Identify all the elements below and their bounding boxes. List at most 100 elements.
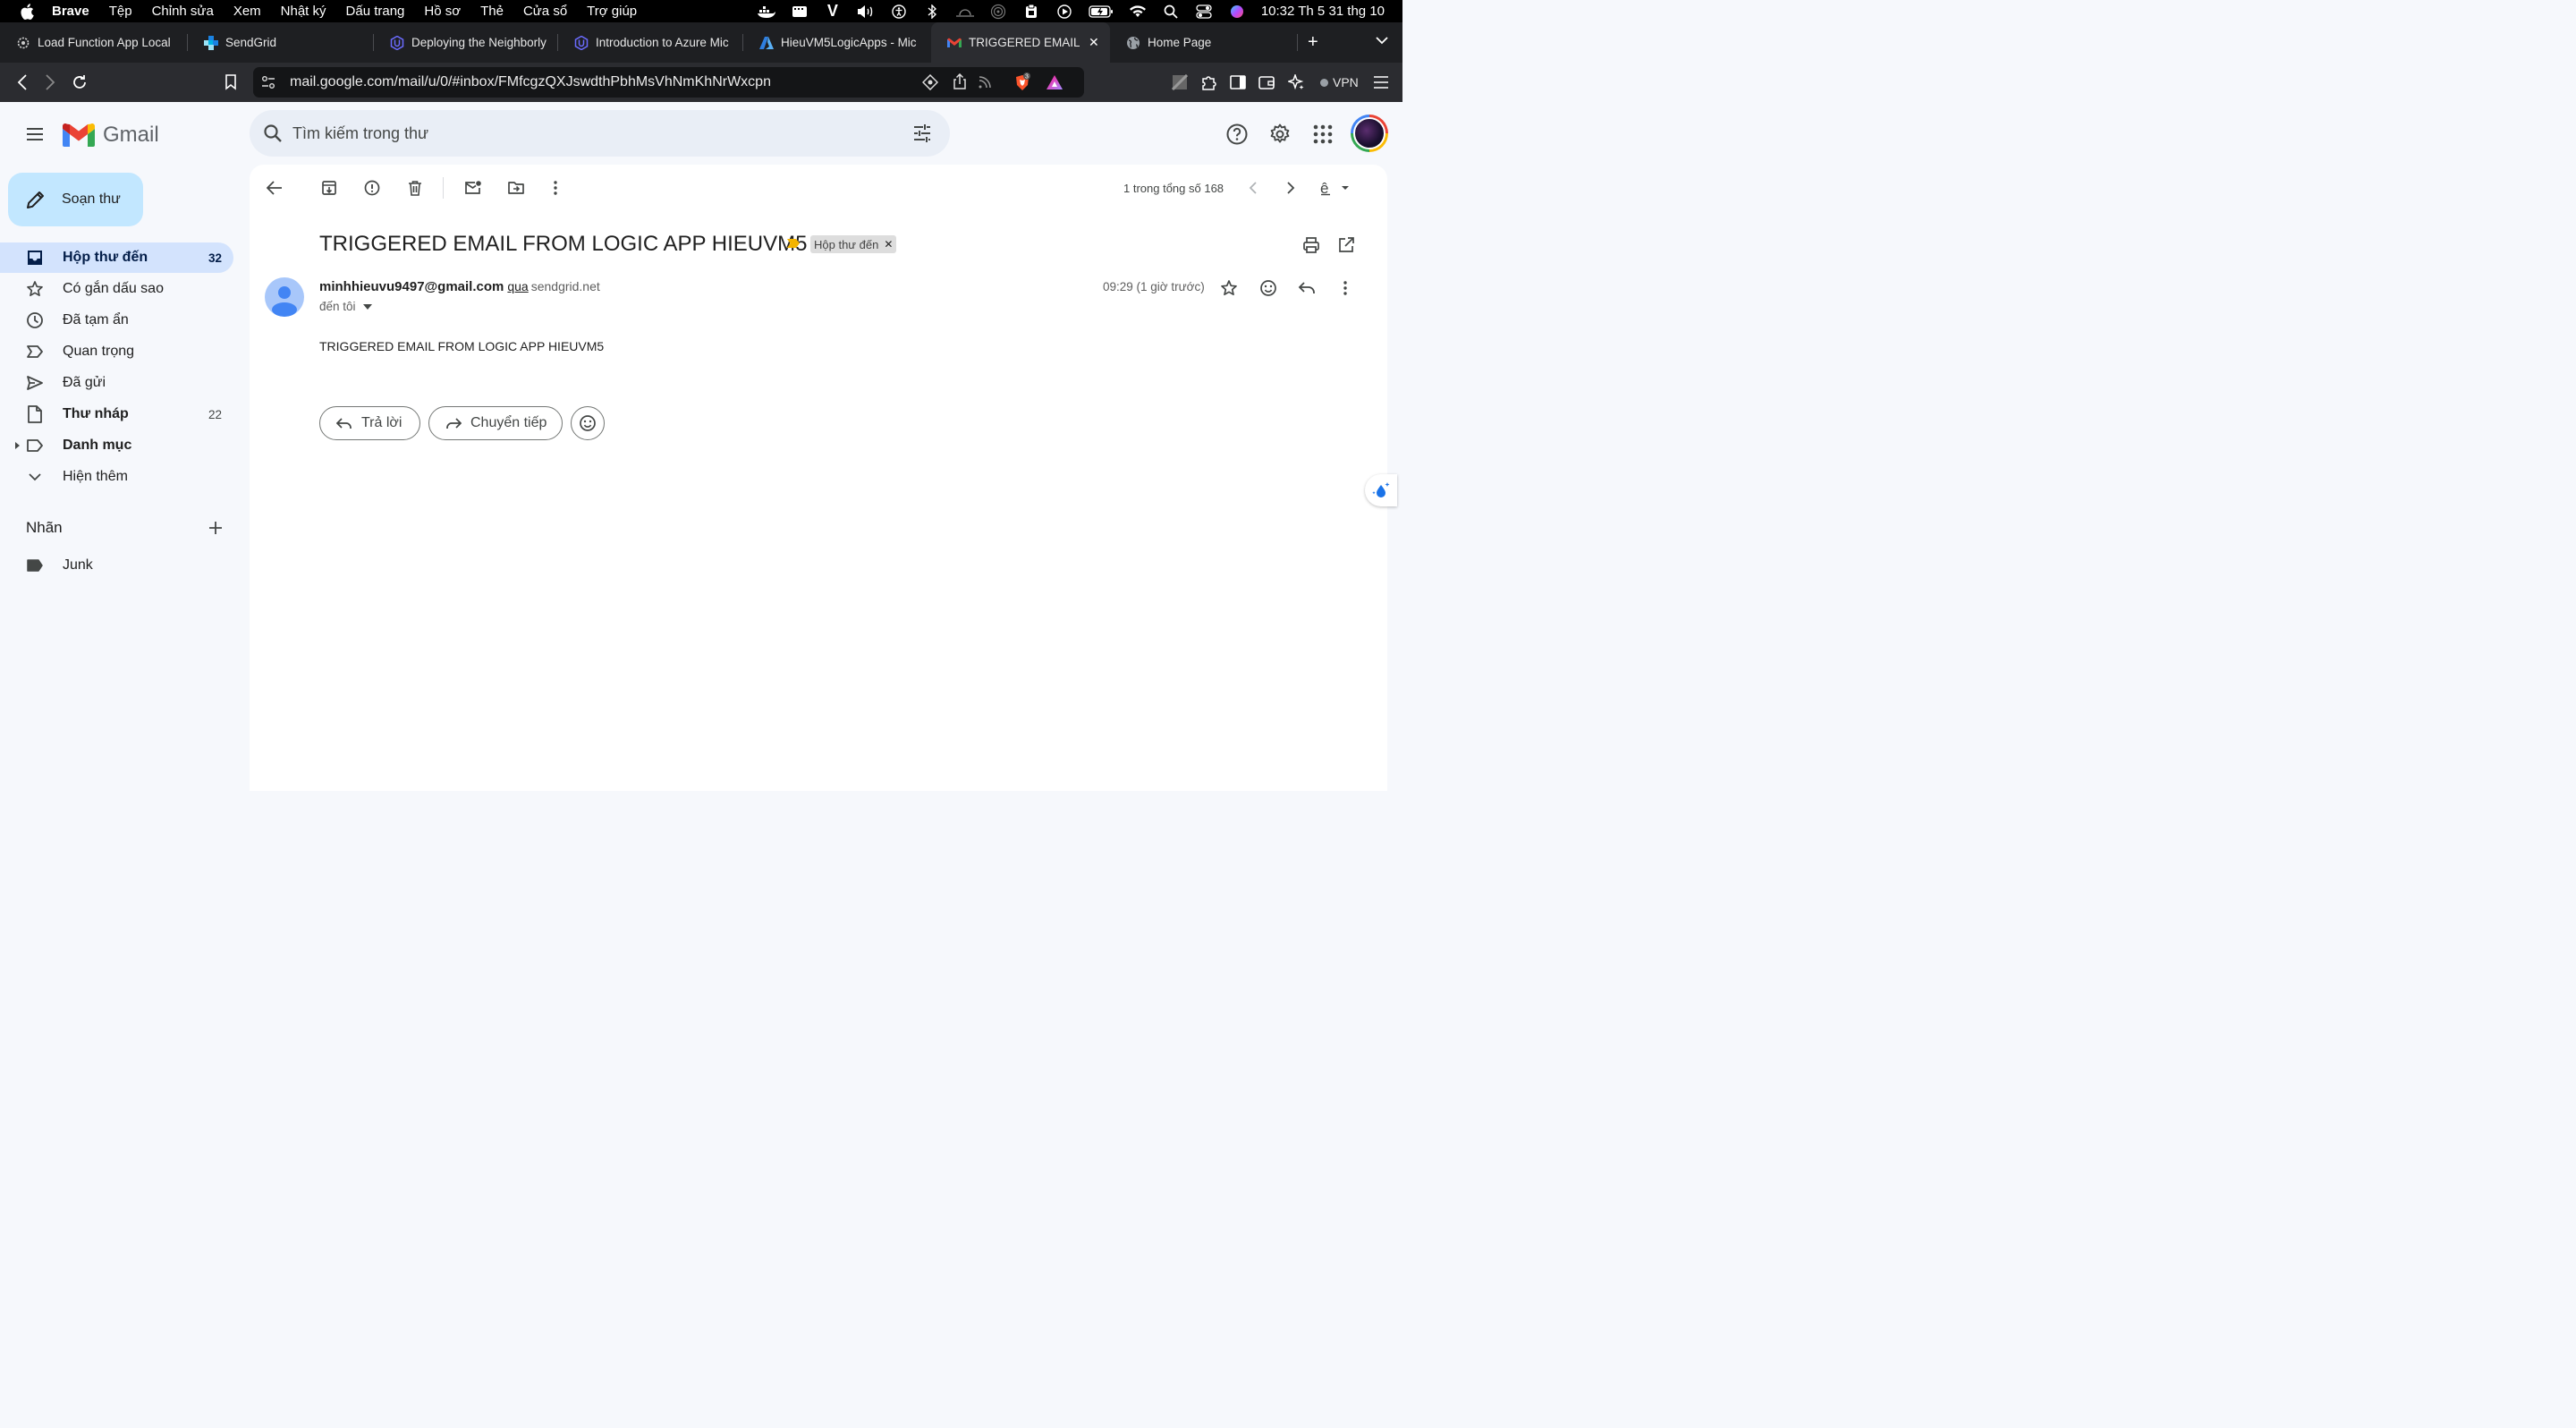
control-center-icon[interactable] bbox=[1195, 4, 1213, 20]
brave-shields-icon[interactable]: 3 bbox=[1013, 72, 1031, 92]
tab-intro-azure[interactable]: Introduction to Azure Mic bbox=[558, 22, 743, 63]
print-icon[interactable] bbox=[1302, 236, 1320, 254]
open-in-new-window-icon[interactable] bbox=[1337, 236, 1355, 254]
menu-bar-clock[interactable]: 10:32 Th 5 31 thg 10 bbox=[1261, 4, 1385, 19]
message-more-vertical-icon[interactable] bbox=[1335, 278, 1355, 298]
tab-load-function-app[interactable]: Load Function App Local bbox=[0, 22, 188, 63]
search-options-tune-icon[interactable] bbox=[911, 123, 933, 144]
sidebar-item-categories[interactable]: Danh mục bbox=[0, 430, 233, 461]
add-reaction-emoji-icon[interactable] bbox=[1258, 278, 1278, 298]
remove-label-x-icon[interactable]: ✕ bbox=[884, 238, 893, 251]
search-icon[interactable] bbox=[262, 123, 284, 144]
bluetooth-icon[interactable] bbox=[923, 4, 941, 20]
clipboard-icon[interactable] bbox=[1022, 4, 1040, 20]
menu-profiles[interactable]: Hồ sơ bbox=[424, 4, 461, 19]
new-tab-plus-icon[interactable]: + bbox=[1308, 33, 1318, 51]
brave-rewards-icon[interactable] bbox=[1046, 74, 1063, 90]
side-panel-gemini-button[interactable] bbox=[1365, 474, 1397, 506]
forward-button[interactable]: Chuyển tiếp bbox=[428, 406, 563, 440]
tab-deploying-neighborly[interactable]: Deploying the Neighborly bbox=[374, 22, 558, 63]
menu-brave[interactable]: Brave bbox=[52, 4, 89, 19]
reload-icon[interactable] bbox=[70, 72, 89, 92]
tab-home-page[interactable]: Home Page bbox=[1110, 22, 1298, 63]
siri-icon[interactable] bbox=[1228, 4, 1246, 20]
extensions-puzzle-icon[interactable] bbox=[1199, 72, 1218, 92]
tab-list-chevron-icon[interactable] bbox=[1376, 36, 1388, 45]
sidebar-item-starred[interactable]: Có gắn dấu sao bbox=[0, 274, 233, 304]
sidebar-item-inbox[interactable]: Hộp thư đến 32 bbox=[0, 242, 233, 273]
site-settings-icon[interactable] bbox=[261, 75, 275, 89]
menu-window[interactable]: Cửa sổ bbox=[523, 4, 567, 19]
menu-help[interactable]: Trợ giúp bbox=[587, 4, 637, 19]
forward-arrow-icon[interactable] bbox=[40, 72, 60, 92]
search-input[interactable] bbox=[292, 117, 874, 149]
emoji-reaction-button[interactable] bbox=[571, 406, 605, 440]
tab-sendgrid[interactable]: SendGrid bbox=[188, 22, 374, 63]
play-circle-icon[interactable] bbox=[1055, 4, 1073, 20]
back-arrow-icon[interactable] bbox=[13, 72, 32, 92]
report-spam-icon[interactable] bbox=[363, 179, 381, 197]
sender-avatar[interactable] bbox=[265, 277, 304, 317]
account-avatar[interactable] bbox=[1351, 115, 1388, 152]
main-menu-hamburger-icon[interactable] bbox=[24, 123, 46, 145]
search-bar[interactable] bbox=[250, 110, 950, 157]
important-marker-icon[interactable] bbox=[786, 238, 801, 249]
apple-icon[interactable] bbox=[18, 3, 36, 20]
address-bar[interactable]: mail.google.com/mail/u/0/#inbox/FMfcgzQX… bbox=[253, 67, 1084, 98]
menu-file[interactable]: Tệp bbox=[109, 4, 132, 19]
wallet-icon[interactable] bbox=[1257, 72, 1276, 92]
archive-icon[interactable] bbox=[320, 179, 338, 197]
browser-menu-icon[interactable] bbox=[1371, 72, 1391, 92]
sidebar-toggle-icon[interactable] bbox=[1228, 72, 1248, 92]
share-icon[interactable] bbox=[953, 73, 967, 89]
gmail-logo[interactable]: Gmail bbox=[63, 123, 159, 148]
mark-unread-icon[interactable] bbox=[464, 179, 482, 197]
wifi-icon[interactable] bbox=[1129, 4, 1147, 20]
sun-dim-icon[interactable] bbox=[955, 4, 974, 20]
extension-square-icon[interactable] bbox=[1170, 72, 1190, 92]
move-to-folder-icon[interactable] bbox=[507, 179, 525, 197]
compose-button[interactable]: Soạn thư bbox=[8, 173, 143, 226]
newer-chevron-left-icon[interactable] bbox=[1244, 179, 1262, 197]
input-tools-keyboard-icon[interactable]: ê bbox=[1318, 179, 1351, 197]
leo-ai-icon[interactable] bbox=[1286, 72, 1306, 92]
sidebar-label-junk[interactable]: Junk bbox=[0, 550, 233, 581]
star-message-icon[interactable] bbox=[1219, 278, 1239, 298]
sidebar-item-more[interactable]: Hiện thêm bbox=[0, 462, 233, 492]
expand-caret-icon[interactable] bbox=[13, 441, 21, 450]
delete-trash-icon[interactable] bbox=[406, 179, 424, 197]
add-label-plus-icon[interactable] bbox=[207, 519, 225, 537]
lens-icon[interactable] bbox=[922, 74, 938, 90]
sender-email[interactable]: minhhieuvu9497@gmail.com bbox=[319, 279, 504, 294]
sidebar-item-snoozed[interactable]: Đã tạm ẩn bbox=[0, 305, 233, 336]
sidebar-item-important[interactable]: Quan trọng bbox=[0, 336, 233, 367]
settings-gear-icon[interactable] bbox=[1268, 123, 1292, 146]
via-link[interactable]: qua bbox=[507, 279, 528, 293]
tab-logic-apps[interactable]: HieuVM5LogicApps - Mic bbox=[743, 22, 931, 63]
reply-button[interactable]: Trả lời bbox=[319, 406, 420, 440]
recipient-details[interactable]: đến tôi bbox=[319, 300, 372, 313]
reply-arrow-icon[interactable] bbox=[1297, 278, 1317, 298]
sidebar-item-sent[interactable]: Đã gửi bbox=[0, 368, 233, 398]
airdrop-icon[interactable] bbox=[989, 4, 1007, 20]
google-apps-grid-icon[interactable] bbox=[1311, 123, 1335, 146]
v-app-icon[interactable]: V bbox=[824, 2, 842, 20]
rss-icon[interactable] bbox=[978, 75, 992, 89]
battery-icon[interactable] bbox=[1089, 4, 1114, 20]
volume-icon[interactable] bbox=[857, 4, 875, 20]
older-chevron-right-icon[interactable] bbox=[1282, 179, 1300, 197]
show-details-caret-icon[interactable] bbox=[362, 303, 372, 310]
more-options-vertical-icon[interactable] bbox=[547, 179, 564, 197]
tab-gmail-active[interactable]: TRIGGERED EMAIL F ✕ bbox=[931, 22, 1110, 63]
menu-bookmarks[interactable]: Dấu trang bbox=[346, 4, 405, 19]
menu-tab[interactable]: Thẻ bbox=[480, 4, 504, 19]
clapper-icon[interactable] bbox=[791, 4, 809, 20]
menu-edit[interactable]: Chỉnh sửa bbox=[152, 4, 214, 19]
accessibility-icon[interactable] bbox=[890, 4, 908, 20]
menu-view[interactable]: Xem bbox=[233, 4, 261, 19]
menu-history[interactable]: Nhật ký bbox=[281, 4, 326, 19]
back-to-inbox-arrow-icon[interactable] bbox=[266, 179, 284, 197]
close-tab-icon[interactable]: ✕ bbox=[1089, 35, 1099, 50]
spotlight-search-icon[interactable] bbox=[1162, 4, 1180, 20]
sidebar-item-drafts[interactable]: Thư nháp 22 bbox=[0, 399, 233, 429]
